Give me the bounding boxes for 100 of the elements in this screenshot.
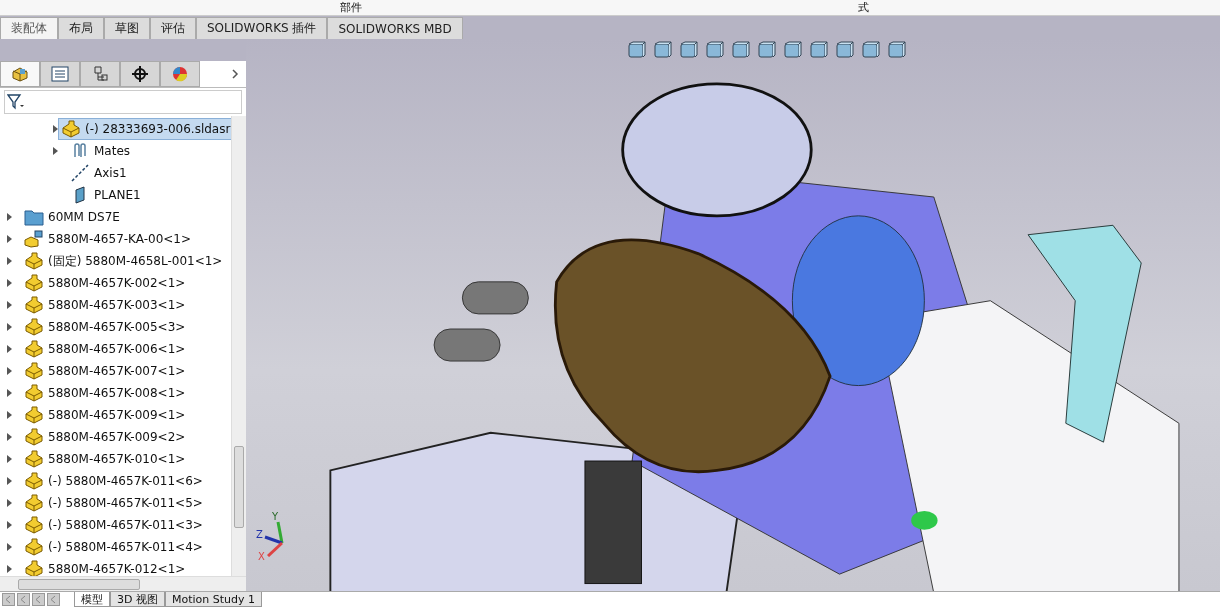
expand-arrow-icon[interactable]: [6, 235, 12, 243]
folder-icon: [24, 208, 44, 226]
vertical-scrollbar[interactable]: [231, 116, 246, 576]
axis-icon: [70, 164, 90, 182]
part-icon: [61, 120, 81, 138]
expand-arrow-icon[interactable]: [6, 565, 12, 573]
scroll-thumb[interactable]: [18, 579, 140, 590]
tree-item[interactable]: 5880M-4657K-005<3>: [22, 317, 190, 337]
item-label: 5880M-4657K-007<1>: [48, 364, 186, 378]
ribbon-tab[interactable]: 装配体: [0, 17, 58, 39]
expand-arrow-icon[interactable]: [6, 323, 12, 331]
item-label: (-) 5880M-4657K-011<6>: [48, 474, 203, 488]
tree-item[interactable]: 5880M-4657K-010<1>: [22, 449, 190, 469]
item-label: 5880M-4657-KA-00<1>: [48, 232, 192, 246]
expand-arrow-icon[interactable]: [6, 213, 12, 221]
expand-arrow-icon[interactable]: [6, 543, 12, 551]
ribbon-tab[interactable]: 草图: [104, 17, 150, 39]
tree-item[interactable]: 5880M-4657K-009<1>: [22, 405, 190, 425]
expand-arrow-icon[interactable]: [6, 279, 12, 287]
tree-item[interactable]: 5880M-4657K-006<1>: [22, 339, 190, 359]
tree-item[interactable]: Axis1: [68, 163, 131, 183]
ribbon-tab[interactable]: SOLIDWORKS 插件: [196, 17, 328, 39]
item-label: (-) 28333693-006.sldasr: [85, 122, 231, 136]
item-label: 5880M-4657K-003<1>: [48, 298, 186, 312]
expand-arrow-icon[interactable]: [6, 455, 12, 463]
tree-item[interactable]: 5880M-4657K-003<1>: [22, 295, 190, 315]
item-label: 5880M-4657K-005<3>: [48, 320, 186, 334]
expand-arrow-icon[interactable]: [6, 389, 12, 397]
tree-item[interactable]: 5880M-4657K-007<1>: [22, 361, 190, 381]
expand-arrow-icon[interactable]: [52, 147, 58, 155]
item-label: 5880M-4657K-006<1>: [48, 342, 186, 356]
tree-item[interactable]: 5880M-4657K-012<1>: [22, 559, 190, 576]
item-label: PLANE1: [94, 188, 141, 202]
item-label: 5880M-4657K-009<1>: [48, 408, 186, 422]
expand-arrow-icon[interactable]: [6, 257, 12, 265]
horizontal-scrollbar[interactable]: [0, 576, 246, 591]
part-icon: [24, 516, 44, 534]
item-label: (固定) 5880M-4658L-001<1>: [48, 252, 223, 270]
part-icon: [24, 406, 44, 424]
item-label: 5880M-4657K-002<1>: [48, 276, 186, 290]
expand-arrow-icon[interactable]: [6, 411, 12, 419]
tree-item[interactable]: PLANE1: [68, 185, 145, 205]
expand-arrow-icon[interactable]: [6, 521, 12, 529]
bottom-tab[interactable]: 3D 视图: [110, 592, 165, 607]
expand-arrow-icon[interactable]: [6, 345, 12, 353]
part-icon: [24, 274, 44, 292]
expand-arrow-icon[interactable]: [6, 499, 12, 507]
tree-item[interactable]: (-) 5880M-4657K-011<4>: [22, 537, 207, 557]
chevron-right-icon[interactable]: [230, 68, 240, 80]
part-icon: [24, 472, 44, 490]
expand-arrow-icon[interactable]: [6, 367, 12, 375]
ribbon-tab[interactable]: 布局: [58, 17, 104, 39]
crosshair-icon: [132, 66, 148, 82]
filter-field[interactable]: [4, 90, 242, 114]
tree-item[interactable]: (-) 5880M-4657K-011<3>: [22, 515, 207, 535]
tree-item[interactable]: (-) 5880M-4657K-011<6>: [22, 471, 207, 491]
item-label: (-) 5880M-4657K-011<5>: [48, 496, 203, 510]
axis-label: Z: [256, 529, 263, 540]
expand-arrow-icon[interactable]: [6, 433, 12, 441]
part-icon: [24, 340, 44, 358]
part-icon: [24, 296, 44, 314]
assembly-icon: [24, 230, 44, 248]
tree-item[interactable]: 60MM DS7E: [22, 207, 124, 227]
item-label: 5880M-4657K-010<1>: [48, 452, 186, 466]
part-icon: [24, 252, 44, 270]
tree-item[interactable]: (固定) 5880M-4658L-001<1>: [22, 251, 227, 271]
graphics-viewport[interactable]: Y Z X: [246, 39, 1220, 591]
item-label: 5880M-4657K-012<1>: [48, 562, 186, 576]
filter-icon: [7, 94, 25, 110]
item-label: (-) 5880M-4657K-011<3>: [48, 518, 203, 532]
tree-item[interactable]: 5880M-4657-KA-00<1>: [22, 229, 196, 249]
expand-arrow-icon[interactable]: [6, 477, 12, 485]
expand-arrow-icon[interactable]: [52, 125, 58, 133]
bottom-tab[interactable]: 模型: [74, 592, 110, 607]
scroll-thumb[interactable]: [234, 446, 244, 528]
tree-item[interactable]: Mates: [68, 141, 135, 161]
expand-arrow-icon[interactable]: [6, 301, 12, 309]
tree-item[interactable]: 5880M-4657K-002<1>: [22, 273, 190, 293]
ribbon-tab[interactable]: SOLIDWORKS MBD: [327, 17, 463, 39]
tree-item[interactable]: 5880M-4657K-009<2>: [22, 427, 190, 447]
toolbar-label: 式: [858, 1, 869, 14]
ribbon-tab[interactable]: 评估: [150, 17, 196, 39]
item-label: Axis1: [94, 166, 127, 180]
tree-item[interactable]: (-) 5880M-4657K-011<5>: [22, 493, 207, 513]
part-icon: [24, 494, 44, 512]
configuration-icon: [92, 66, 108, 82]
item-label: 5880M-4657K-009<2>: [48, 430, 186, 444]
part-icon: [24, 318, 44, 336]
item-label: Mates: [94, 144, 131, 158]
bottom-tab[interactable]: Motion Study 1: [164, 592, 262, 607]
tree-item[interactable]: 5880M-4657K-008<1>: [22, 383, 190, 403]
part-icon: [24, 450, 44, 468]
color-ball-icon: [172, 66, 188, 82]
axis-label: Y: [272, 511, 279, 522]
part-icon: [24, 362, 44, 380]
part-icon: [11, 66, 29, 82]
part-icon: [24, 538, 44, 556]
axis-triad-icon: [264, 521, 286, 557]
panel-tab[interactable]: [120, 61, 160, 87]
tree-item[interactable]: (-) 28333693-006.sldasr: [58, 118, 231, 140]
